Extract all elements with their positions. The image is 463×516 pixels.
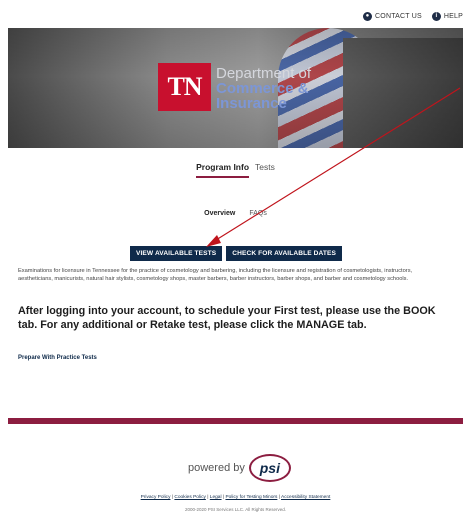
program-description: Examinations for licensure in Tennessee …	[18, 268, 413, 282]
chat-icon: ●	[363, 11, 373, 21]
action-buttons: VIEW AVAILABLE TESTS CHECK FOR AVAILABLE…	[130, 246, 343, 261]
tab-program-info[interactable]: Program Info	[196, 162, 250, 178]
tn-logo-mark: TN	[167, 72, 202, 101]
powered-by-label: powered by	[188, 462, 245, 474]
practice-tests-link[interactable]: Prepare With Practice Tests	[18, 355, 97, 361]
footer-divider	[8, 418, 463, 424]
subtab-overview[interactable]: Overview	[204, 210, 235, 217]
info-icon: i	[431, 11, 441, 21]
help-label: HELP	[443, 12, 463, 20]
sub-tabs: Overview FAQs	[8, 210, 463, 217]
footer-links: Privacy Policy | Cookies Policy | Legal …	[140, 495, 331, 500]
scheduling-notice: After logging into your account, to sche…	[18, 305, 436, 331]
hero-banner: TN Department of Commerce & Insurance	[8, 28, 463, 148]
tab-tests[interactable]: Tests	[255, 162, 275, 178]
accessibility-statement-link[interactable]: Accessibility Statement	[281, 495, 330, 500]
page: ● CONTACT US i HELP TN Department of Com…	[8, 0, 463, 516]
logo-line-1: Department of	[216, 65, 312, 82]
cookies-policy-link[interactable]: Cookies Policy	[174, 495, 205, 500]
powered-by-psi: powered by psi	[188, 454, 291, 482]
psi-logo[interactable]: psi	[248, 454, 291, 482]
logo-line-2: Commerce &	[216, 80, 309, 97]
contact-us-link[interactable]: ● CONTACT US	[363, 11, 422, 21]
main-tabs: Program Info Tests	[8, 162, 463, 178]
check-available-dates-button[interactable]: CHECK FOR AVAILABLE DATES	[226, 246, 343, 261]
help-link[interactable]: i HELP	[431, 11, 463, 21]
copyright: 2000-2020 PSI Services LLC. All Rights R…	[184, 507, 287, 512]
privacy-policy-link[interactable]: Privacy Policy	[141, 495, 171, 500]
subtab-faqs[interactable]: FAQs	[249, 210, 267, 217]
legal-link[interactable]: Legal	[210, 495, 222, 500]
view-available-tests-button[interactable]: VIEW AVAILABLE TESTS	[130, 246, 223, 261]
tn-logo: TN	[158, 63, 211, 111]
testing-minors-policy-link[interactable]: Policy for Testing Minors	[225, 495, 277, 500]
top-utility-bar: ● CONTACT US i HELP	[363, 8, 463, 24]
logo-line-3: Insurance	[216, 95, 287, 112]
contact-us-label: CONTACT US	[375, 12, 422, 20]
department-name: Department of Commerce & Insurance	[216, 66, 311, 111]
